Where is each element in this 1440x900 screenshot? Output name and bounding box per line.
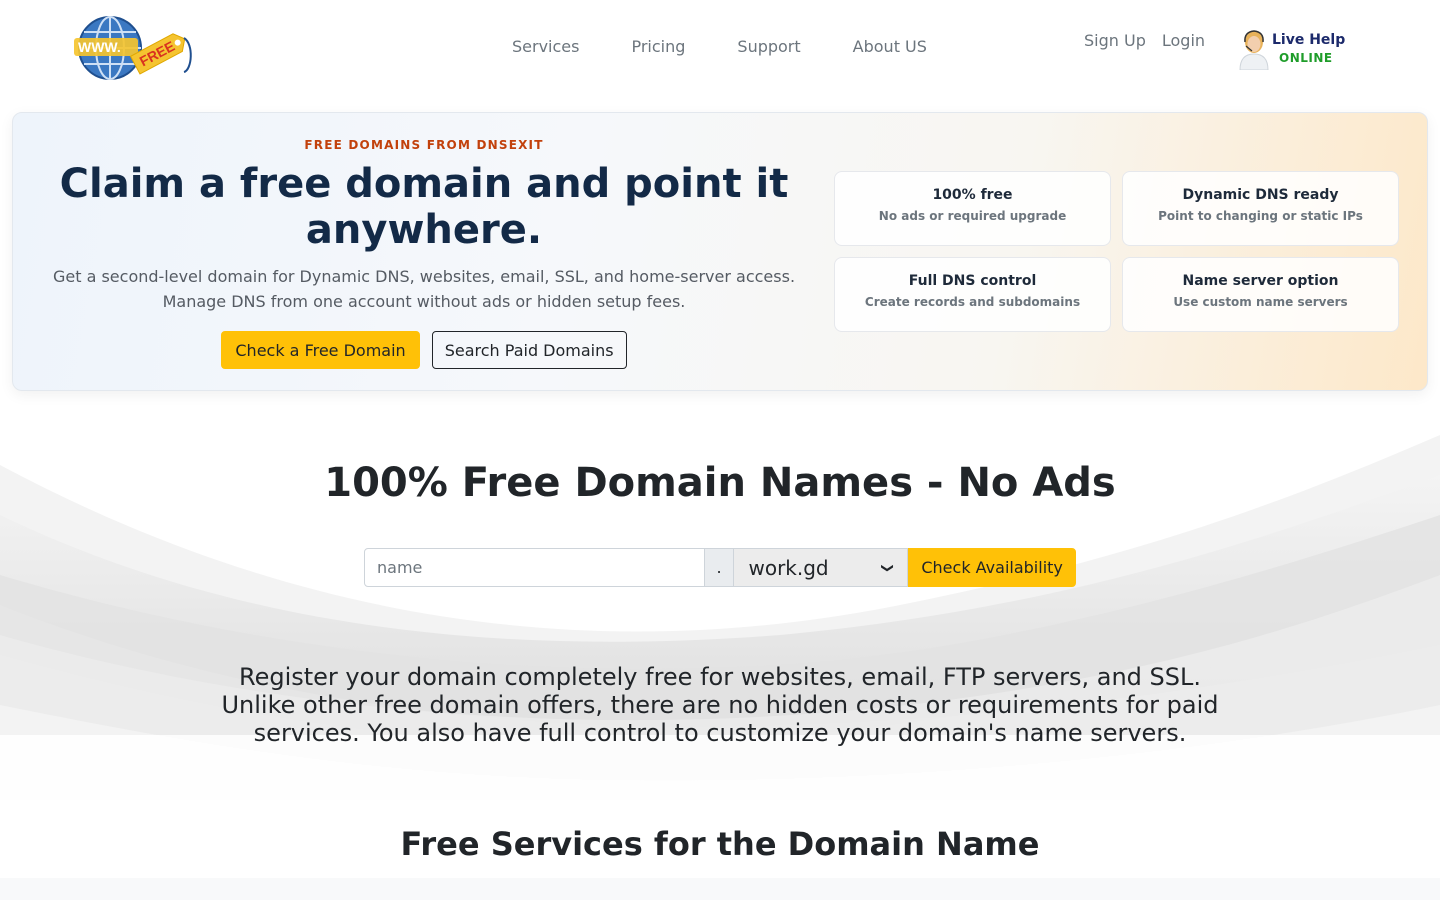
tld-select[interactable]: work.gd ❯ xyxy=(733,548,909,587)
login-link[interactable]: Login xyxy=(1162,31,1205,50)
services-title: Free Services for the Domain Name xyxy=(400,825,1040,863)
next-section-band xyxy=(0,878,1440,900)
nav-about-us[interactable]: About US xyxy=(853,37,927,56)
auth-links: Sign Up Login xyxy=(1084,31,1205,50)
feature-card: Full DNS control Create records and subd… xyxy=(834,257,1111,332)
hero-eyebrow: FREE DOMAINS FROM DNSEXIT xyxy=(304,138,544,152)
site-header: WWW. FREE Services Pricing Support About… xyxy=(0,0,1440,100)
support-agent-icon xyxy=(1239,30,1269,70)
domain-search-form: . work.gd ❯ Check Availability xyxy=(364,548,1076,587)
hero-subtitle: Get a second-level domain for Dynamic DN… xyxy=(33,264,815,314)
check-availability-button[interactable]: Check Availability xyxy=(908,548,1076,587)
search-description: Register your domain completely free for… xyxy=(221,663,1219,747)
signup-link[interactable]: Sign Up xyxy=(1084,31,1146,50)
hero-panel: FREE DOMAINS FROM DNSEXIT Claim a free d… xyxy=(12,112,1428,391)
feature-card: Dynamic DNS ready Point to changing or s… xyxy=(1122,171,1399,246)
main-nav: Services Pricing Support About US xyxy=(512,37,979,56)
domain-name-input[interactable] xyxy=(364,548,705,587)
live-help-title: Live Help xyxy=(1272,32,1346,48)
check-free-domain-button[interactable]: Check a Free Domain xyxy=(221,331,420,369)
nav-services[interactable]: Services xyxy=(512,37,579,56)
live-help-status: ONLINE xyxy=(1279,51,1333,65)
hero-subtitle-line-2: Manage DNS from one account without ads … xyxy=(162,292,686,311)
domain-search-section: 100% Free Domain Names - No Ads . work.g… xyxy=(0,405,1440,800)
chevron-down-icon: ❯ xyxy=(881,562,896,573)
site-logo[interactable]: WWW. FREE xyxy=(72,12,194,84)
search-paid-domains-button[interactable]: Search Paid Domains xyxy=(431,331,627,369)
feature-desc: Use custom name servers xyxy=(1173,295,1348,309)
hero-title: Claim a free domain and point it anywher… xyxy=(59,161,789,253)
domain-dot-separator: . xyxy=(704,548,734,587)
hero-actions: Check a Free Domain Search Paid Domains xyxy=(13,331,835,369)
feature-title: Dynamic DNS ready xyxy=(1182,187,1339,203)
hero-subtitle-line-1: Get a second-level domain for Dynamic DN… xyxy=(52,267,796,286)
feature-title: Full DNS control xyxy=(908,273,1037,289)
logo-www-text: WWW. xyxy=(78,39,121,55)
nav-support[interactable]: Support xyxy=(737,37,800,56)
tld-selected-value: work.gd xyxy=(748,555,829,580)
search-title: 100% Free Domain Names - No Ads xyxy=(324,460,1116,506)
feature-card: Name server option Use custom name serve… xyxy=(1122,257,1399,332)
feature-desc: Point to changing or static IPs xyxy=(1158,209,1363,223)
hero-intro: FREE DOMAINS FROM DNSEXIT Claim a free d… xyxy=(13,113,835,390)
feature-title: Name server option xyxy=(1182,273,1339,289)
feature-desc: Create records and subdomains xyxy=(864,295,1081,309)
feature-desc: No ads or required upgrade xyxy=(878,209,1067,223)
nav-pricing[interactable]: Pricing xyxy=(631,37,685,56)
live-help-widget[interactable]: Live Help ONLINE xyxy=(1236,26,1356,70)
feature-card: 100% free No ads or required upgrade xyxy=(834,171,1111,246)
feature-title: 100% free xyxy=(932,187,1013,203)
